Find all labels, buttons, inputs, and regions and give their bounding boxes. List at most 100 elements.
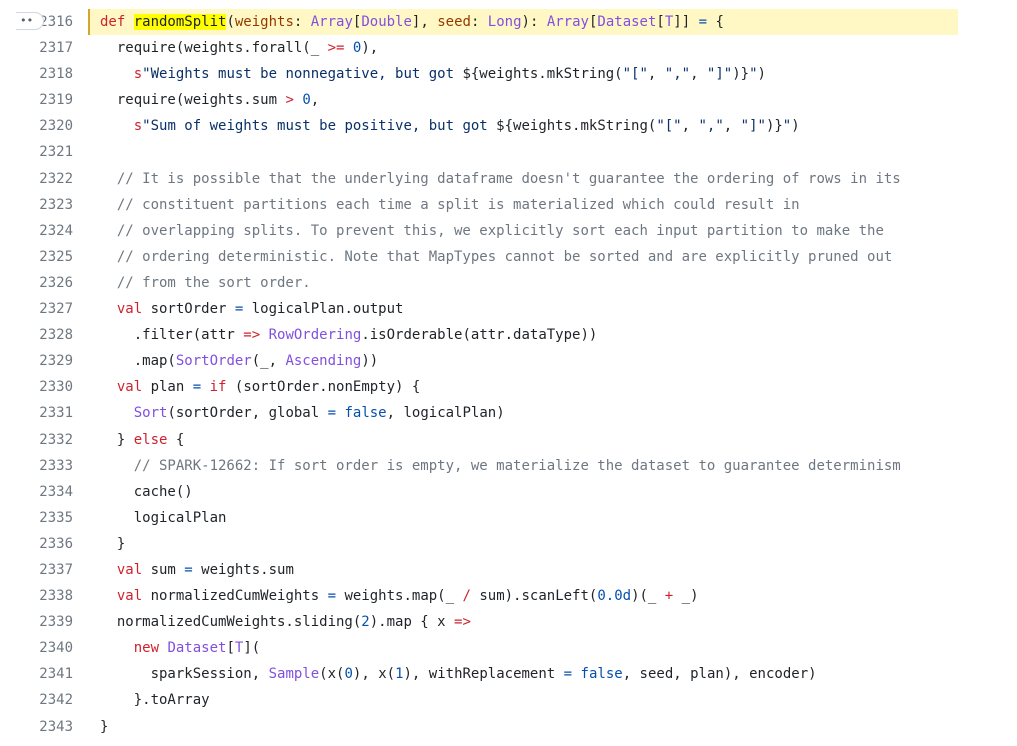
- code-token: }: [100, 718, 109, 735]
- line-number[interactable]: 2317: [0, 35, 73, 61]
- line-number[interactable]: 2339: [0, 609, 73, 635]
- code-text: new Dataset[T](: [134, 635, 260, 661]
- code-token: weights.map(_: [336, 588, 463, 605]
- code-token: logicalPlan: [133, 509, 227, 526]
- code-line: 2317 require(weights.forall(_ >= 0),: [0, 35, 1017, 61]
- code-line: 2322 // It is possible that the underlyin…: [0, 166, 1017, 192]
- code-token: // It is possible that the underlying da…: [116, 170, 901, 187]
- line-number[interactable]: 2330: [0, 374, 73, 400]
- code-text: val sortOrder = logicalPlan.output: [117, 296, 404, 322]
- line-number[interactable]: 2343: [0, 714, 73, 740]
- code-text: logicalPlan: [134, 505, 227, 531]
- code-token: "]": [740, 118, 766, 135]
- line-number[interactable]: 2334: [0, 479, 73, 505]
- line-number[interactable]: 2329: [0, 348, 73, 374]
- code-token: }.toArray: [133, 692, 210, 709]
- line-number[interactable]: 2341: [0, 661, 73, 687]
- code-token: Dataset: [597, 14, 657, 30]
- code-token: =>: [454, 614, 471, 631]
- code-token: , seed, plan), encoder): [622, 666, 817, 683]
- code-token: :: [293, 14, 311, 30]
- code-token: ]]: [673, 14, 699, 30]
- code-view: 2316 def randomSplit(weights: Array[Doubl…: [0, 9, 1017, 740]
- code-token: def: [100, 14, 134, 30]
- line-number[interactable]: 2333: [0, 453, 73, 479]
- code-token: sum).scanLeft(: [470, 588, 598, 605]
- line-number[interactable]: 2332: [0, 427, 73, 453]
- code-token: logicalPlan.output: [243, 301, 404, 318]
- line-number[interactable]: 2327: [0, 296, 73, 322]
- code-token: ${weights.mkString(: [496, 118, 657, 135]
- code-token: _): [673, 588, 699, 605]
- line-number[interactable]: 2323: [0, 192, 73, 218]
- code-line: 2336}: [0, 531, 1017, 557]
- code-token: =: [184, 561, 193, 578]
- code-token: ": [749, 66, 758, 83]
- line-number[interactable]: 2320: [0, 113, 73, 139]
- code-token: Ascending: [285, 353, 362, 370]
- code-token: seed: [437, 14, 471, 30]
- code-token: ),: [361, 40, 379, 57]
- code-text: // ordering deterministic. Note that Map…: [117, 244, 892, 270]
- code-token: Array: [546, 14, 589, 30]
- line-number[interactable]: 2321: [0, 139, 73, 165]
- code-line: 2316 def randomSplit(weights: Array[Doubl…: [0, 9, 1017, 36]
- code-token: "]": [706, 66, 733, 83]
- code-token: "Weights must be nonnegative, but got: [142, 66, 463, 83]
- line-number[interactable]: 2342: [0, 687, 73, 713]
- code-token: normalizedCumWeights: [150, 588, 328, 605]
- code-token: // from the sort order.: [116, 274, 311, 291]
- code-token: .isOrderable(attr.dataType)): [361, 327, 598, 344]
- line-number[interactable]: 2328: [0, 322, 73, 348]
- code-line: 2332} else {: [0, 427, 1017, 453]
- code-text: sparkSession, Sample(x(0), x(1), withRep…: [151, 661, 817, 687]
- code-text: def randomSplit(weights: Array[Double], …: [100, 9, 724, 35]
- code-token: =: [327, 405, 337, 422]
- code-token: /: [462, 588, 471, 605]
- code-token: weights: [234, 14, 294, 30]
- code-token: s: [133, 66, 143, 83]
- code-token: >: [285, 92, 294, 109]
- code-token: ],: [411, 14, 438, 30]
- code-token: ,: [310, 92, 320, 109]
- code-token: =>: [243, 327, 261, 344]
- code-token: =: [192, 379, 202, 396]
- line-number[interactable]: 2335: [0, 505, 73, 531]
- code-token: val: [116, 379, 151, 396]
- line-number[interactable]: 2324: [0, 218, 73, 244]
- code-token: false: [580, 666, 623, 683]
- line-number[interactable]: 2322: [0, 166, 73, 192]
- code-token: ), x(: [352, 666, 396, 683]
- code-line: 2331 Sort(sortOrder, global = false, logi…: [0, 400, 1017, 426]
- code-line: 2337 val sum = weights.sum: [0, 557, 1017, 583]
- search-match: randomSplit: [133, 14, 227, 30]
- line-number[interactable]: 2331: [0, 400, 73, 426]
- line-number[interactable]: 2340: [0, 635, 73, 661]
- expand-more-button[interactable]: ••: [16, 12, 44, 30]
- line-number[interactable]: 2319: [0, 87, 73, 113]
- code-token: )): [361, 353, 379, 370]
- line-number[interactable]: 2337: [0, 557, 73, 583]
- code-token: ), withReplacement: [403, 666, 564, 683]
- code-token: Dataset: [167, 640, 227, 657]
- code-token: new: [133, 640, 168, 657]
- code-token: =: [327, 588, 337, 605]
- code-token: else: [133, 431, 168, 448]
- code-token: ": [782, 118, 792, 135]
- code-line: 2320 s"Sum of weights must be positive, b…: [0, 113, 1017, 139]
- code-token: cache(): [133, 483, 193, 500]
- line-number[interactable]: 2338: [0, 583, 73, 609]
- code-token: plan: [150, 379, 193, 396]
- code-line: 2324 // overlapping splits. To prevent th…: [0, 218, 1017, 244]
- line-number[interactable]: 2325: [0, 244, 73, 270]
- code-token: // overlapping splits. To prevent this, …: [116, 222, 884, 239]
- line-number[interactable]: 2326: [0, 270, 73, 296]
- line-number[interactable]: 2336: [0, 531, 73, 557]
- code-line: 2333 // SPARK-12662: If sort order is emp…: [0, 453, 1017, 479]
- code-token: 0: [302, 92, 311, 109]
- line-number[interactable]: 2318: [0, 61, 73, 87]
- code-line: 2325 // ordering deterministic. Note that…: [0, 244, 1017, 270]
- code-token: Long: [487, 14, 522, 30]
